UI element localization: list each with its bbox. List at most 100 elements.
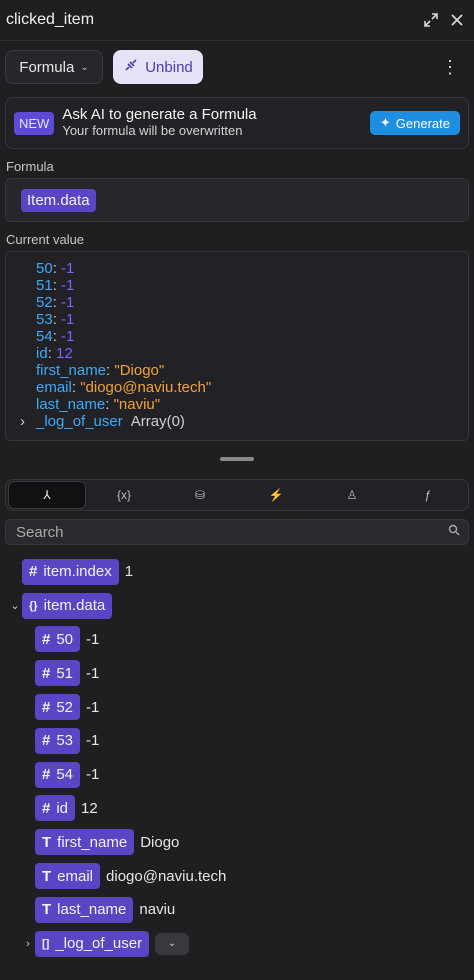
variable-chip[interactable]: Tlast_name	[35, 896, 134, 923]
current-value-label: Current value	[6, 232, 85, 247]
value-collapsed-row[interactable]: › _log_of_user Array(0)	[20, 413, 468, 430]
value-colon: :	[47, 345, 57, 362]
value-colon: :	[71, 379, 81, 396]
resize-handle[interactable]	[220, 457, 254, 461]
number-icon: #	[42, 664, 51, 682]
search-bar	[5, 519, 469, 545]
formula-label: Formula	[6, 159, 54, 174]
variable-chip[interactable]: #54	[35, 761, 81, 788]
chevron-right-icon[interactable]: ›	[21, 938, 35, 950]
tree-row[interactable]: Tlast_name naviu	[0, 893, 474, 927]
tab-variable[interactable]: {x}	[86, 482, 162, 508]
number-icon: #	[42, 799, 51, 817]
formula-mode-dropdown[interactable]: Formula ⌄	[5, 50, 103, 84]
tree-row[interactable]: › [] _log_of_user ⌄	[0, 927, 474, 961]
variable-value: 12	[81, 799, 98, 817]
value-colon: :	[52, 311, 62, 328]
tree-row[interactable]: # item.index 1	[0, 555, 474, 589]
chevron-right-icon[interactable]: ›	[20, 413, 36, 430]
ai-generate-card: NEW Ask AI to generate a Formula Your fo…	[5, 97, 469, 149]
toolbar: Formula ⌄ Unbind ⋮	[0, 41, 474, 93]
unbind-label: Unbind	[145, 58, 193, 76]
formula-editor[interactable]: Item.data	[5, 178, 469, 222]
tab-lightning[interactable]: ⚡	[238, 482, 314, 508]
variable-chip[interactable]: # item.index	[22, 558, 119, 585]
variable-name: 53	[56, 732, 74, 750]
value-value: -1	[61, 311, 75, 328]
value-line: 51: -1	[20, 277, 468, 294]
panel-header: clicked_item	[0, 0, 474, 41]
tree-row[interactable]: #52 -1	[0, 690, 474, 724]
fork-icon: ⅄	[43, 488, 51, 502]
formula-token[interactable]: Item.data	[21, 188, 96, 212]
variable-value: diogo@naviu.tech	[106, 867, 227, 885]
number-icon: #	[42, 698, 51, 716]
value-value: -1	[61, 294, 75, 311]
close-icon[interactable]	[446, 9, 468, 31]
variable-value: -1	[86, 630, 100, 648]
variable-chip[interactable]: {} item.data	[22, 592, 113, 619]
value-line: first_name: "Diogo"	[20, 362, 468, 379]
number-icon: #	[42, 766, 51, 784]
tab-database[interactable]: ⛁	[162, 482, 238, 508]
value-value: -1	[61, 277, 75, 294]
generate-button[interactable]: ✦ Generate	[369, 111, 460, 135]
expand-icon[interactable]	[420, 9, 442, 31]
value-line: id: 12	[20, 345, 468, 362]
value-key: 54	[36, 328, 53, 345]
text-icon: T	[42, 833, 52, 851]
search-input[interactable]	[14, 522, 448, 542]
tree-row[interactable]: #50 -1	[0, 623, 474, 657]
variable-chip[interactable]: #52	[35, 694, 81, 721]
variable-name: 52	[56, 698, 74, 716]
value-value: 12	[56, 345, 73, 362]
variable-chip[interactable]: Temail	[35, 863, 101, 890]
tab-user[interactable]: ♙	[314, 482, 390, 508]
variable-name: 50	[56, 630, 74, 648]
variable-name: _log_of_user	[55, 935, 143, 953]
function-icon: ƒ	[424, 488, 432, 502]
panel-title: clicked_item	[6, 11, 95, 28]
tree-row[interactable]: Tfirst_name Diogo	[0, 825, 474, 859]
value-key: email	[36, 379, 72, 396]
text-icon: T	[42, 867, 52, 885]
variable-chip[interactable]: Tfirst_name	[35, 829, 135, 856]
value-value: -1	[61, 328, 75, 345]
variable-value: -1	[86, 732, 100, 750]
value-array: Array(0)	[130, 413, 185, 430]
current-value-viewer: 50: -1 51: -1 52: -1 53: -1 54: -1 id: 12 firs…	[5, 251, 469, 441]
sparkle-icon: ✦	[379, 115, 391, 130]
variable-chip[interactable]: #51	[35, 660, 81, 687]
variable-chip[interactable]: #53	[35, 727, 81, 754]
tab-fork[interactable]: ⅄	[8, 481, 86, 509]
unlink-icon	[123, 57, 139, 77]
variable-name: item.index	[43, 563, 112, 581]
value-line: email: "diogo@naviu.tech"	[20, 379, 468, 396]
ai-title: Ask AI to generate a Formula	[62, 106, 257, 123]
ai-subtitle: Your formula will be overwritten	[62, 123, 243, 138]
number-icon: #	[42, 732, 51, 750]
tree-row[interactable]: Temail diogo@naviu.tech	[0, 859, 474, 893]
variable-chip[interactable]: # id	[35, 795, 76, 822]
chevron-down-icon[interactable]: ⌄	[8, 599, 22, 612]
value-colon: :	[105, 396, 114, 413]
chevron-down-icon[interactable]: ⌄	[155, 932, 190, 955]
vertical-ellipsis-icon[interactable]: ⋮	[441, 57, 459, 78]
value-line: 50: -1	[20, 260, 468, 277]
variable-chip[interactable]: #50	[35, 626, 81, 653]
value-line: last_name: "naviu"	[20, 396, 468, 413]
tree-row[interactable]: # id 12	[0, 792, 474, 826]
value-value: -1	[61, 260, 75, 277]
unbind-button[interactable]: Unbind	[113, 50, 203, 84]
tree-row[interactable]: #53 -1	[0, 724, 474, 758]
tab-function[interactable]: ƒ	[390, 482, 466, 508]
tree-row[interactable]: #51 -1	[0, 656, 474, 690]
tree-row[interactable]: #54 -1	[0, 758, 474, 792]
variable-tree: # item.index 1 ⌄{} item.data #50 -1 #51 -1 #52 -1 #…	[0, 555, 474, 961]
number-icon: #	[42, 630, 51, 648]
formula-mode-label: Formula	[19, 58, 75, 76]
variable-icon: {x}	[116, 488, 131, 502]
variable-chip[interactable]: [] _log_of_user	[35, 930, 150, 957]
array-icon: []	[42, 937, 50, 950]
tree-row[interactable]: ⌄ {} item.data	[0, 589, 474, 623]
